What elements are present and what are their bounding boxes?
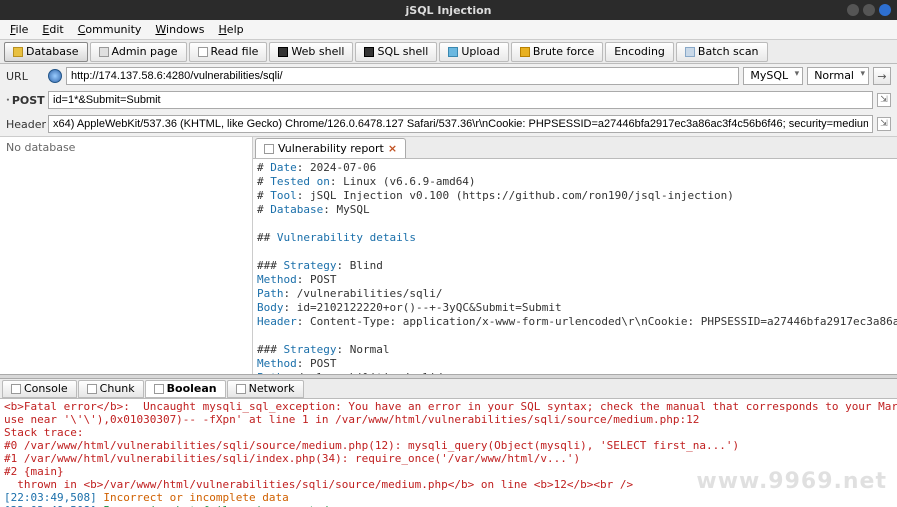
console-icon xyxy=(11,384,21,394)
sidebar-empty-text: No database xyxy=(6,141,75,154)
url-row: URL MySQL Normal → xyxy=(0,64,897,88)
upload-icon xyxy=(448,47,458,57)
tab-vuln-report[interactable]: Vulnerability report × xyxy=(255,138,406,158)
content: Vulnerability report × # Date: 2024-07-0… xyxy=(253,137,897,374)
brute-force-icon xyxy=(520,47,530,57)
toolbar-sql-shell[interactable]: SQL shell xyxy=(355,42,437,62)
post-label: POST xyxy=(6,94,44,107)
report-body[interactable]: # Date: 2024-07-06# Tested on: Linux (v6… xyxy=(253,159,897,374)
post-input[interactable] xyxy=(48,91,873,109)
bottom-tabstrip: ConsoleChunkBooleanNetwork xyxy=(0,379,897,399)
tab-close-icon[interactable]: × xyxy=(388,142,397,155)
titlebar: jSQL Injection xyxy=(0,0,897,20)
console[interactable]: <b>Fatal error</b>: Uncaught mysqli_sql_… xyxy=(0,399,897,507)
globe-icon xyxy=(48,69,62,83)
sidebar: No database xyxy=(0,137,253,374)
close-icon[interactable] xyxy=(879,4,891,16)
go-button[interactable]: → xyxy=(873,67,891,85)
bottom-tab-chunk[interactable]: Chunk xyxy=(78,380,144,398)
toolbar-brute-force[interactable]: Brute force xyxy=(511,42,603,62)
report-icon xyxy=(264,144,274,154)
menubar: FileEditCommunityWindowsHelp xyxy=(0,20,897,40)
toolbar-encoding[interactable]: Encoding xyxy=(605,42,674,62)
header-input[interactable] xyxy=(48,115,873,133)
window-title: jSQL Injection xyxy=(406,4,492,17)
bottom-tab-network[interactable]: Network xyxy=(227,380,304,398)
database-icon xyxy=(13,47,23,57)
toolbar-upload[interactable]: Upload xyxy=(439,42,509,62)
expand-post-button[interactable]: ⇲ xyxy=(877,93,891,107)
chunk-icon xyxy=(87,384,97,394)
expand-header-button[interactable]: ⇲ xyxy=(877,117,891,131)
web-shell-icon xyxy=(278,47,288,57)
header-row: Header ⇲ xyxy=(0,112,897,136)
url-input[interactable] xyxy=(66,67,739,85)
db-combo[interactable]: MySQL xyxy=(743,67,803,85)
menu-windows[interactable]: Windows xyxy=(149,21,210,38)
toolbar-database[interactable]: Database xyxy=(4,42,88,62)
menu-help[interactable]: Help xyxy=(213,21,250,38)
toolbar: DatabaseAdmin pageRead fileWeb shellSQL … xyxy=(0,40,897,64)
bottom-tab-console[interactable]: Console xyxy=(2,380,77,398)
toolbar-batch-scan[interactable]: Batch scan xyxy=(676,42,768,62)
toolbar-web-shell[interactable]: Web shell xyxy=(269,42,353,62)
toolbar-admin-page[interactable]: Admin page xyxy=(90,42,187,62)
admin-page-icon xyxy=(99,47,109,57)
window-controls xyxy=(847,4,891,16)
batch-scan-icon xyxy=(685,47,695,57)
main-area: No database Vulnerability report × # Dat… xyxy=(0,136,897,374)
menu-edit[interactable]: Edit xyxy=(36,21,69,38)
read-file-icon xyxy=(198,47,208,57)
url-label: URL xyxy=(6,70,44,83)
tab-label: Vulnerability report xyxy=(278,142,384,155)
minimize-icon[interactable] xyxy=(847,4,859,16)
menu-community[interactable]: Community xyxy=(72,21,148,38)
bottom-tab-boolean[interactable]: Boolean xyxy=(145,380,226,398)
header-label: Header xyxy=(6,118,44,131)
post-row: POST ⇲ xyxy=(0,88,897,112)
maximize-icon[interactable] xyxy=(863,4,875,16)
sql-shell-icon xyxy=(364,47,374,57)
menu-file[interactable]: File xyxy=(4,21,34,38)
strategy-combo[interactable]: Normal xyxy=(807,67,869,85)
network-icon xyxy=(236,384,246,394)
boolean-icon xyxy=(154,384,164,394)
tab-strip: Vulnerability report × xyxy=(253,137,897,159)
toolbar-read-file[interactable]: Read file xyxy=(189,42,268,62)
